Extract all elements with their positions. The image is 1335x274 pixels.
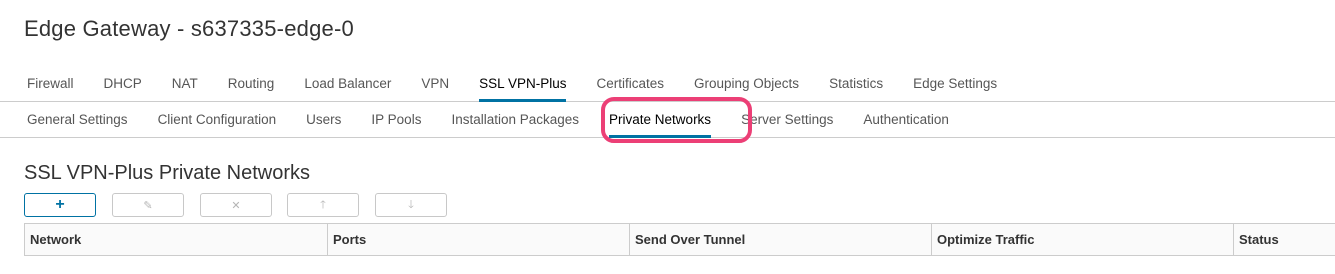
subtab-client-configuration[interactable]: Client Configuration bbox=[143, 102, 292, 137]
delete-icon: ✕ bbox=[231, 199, 241, 212]
plus-icon: + bbox=[55, 196, 65, 213]
tab-grouping-objects[interactable]: Grouping Objects bbox=[679, 66, 814, 101]
column-header-network[interactable]: Network bbox=[25, 224, 327, 255]
subtab-ip-pools[interactable]: IP Pools bbox=[356, 102, 436, 137]
tab-routing[interactable]: Routing bbox=[213, 66, 290, 101]
tab-statistics[interactable]: Statistics bbox=[814, 66, 898, 101]
tab-dhcp[interactable]: DHCP bbox=[89, 66, 157, 101]
column-header-ports[interactable]: Ports bbox=[327, 224, 629, 255]
move-down-icon: 🡓 bbox=[408, 198, 414, 211]
column-header-optimize-traffic[interactable]: Optimize Traffic bbox=[931, 224, 1233, 255]
subtab-authentication[interactable]: Authentication bbox=[848, 102, 964, 137]
tab-load-balancer[interactable]: Load Balancer bbox=[289, 66, 406, 101]
move-up-button[interactable]: 🡑 bbox=[287, 193, 359, 217]
tab-certificates[interactable]: Certificates bbox=[581, 66, 679, 101]
subtab-users[interactable]: Users bbox=[291, 102, 356, 137]
subtab-installation-packages[interactable]: Installation Packages bbox=[436, 102, 594, 137]
column-header-send-over-tunnel[interactable]: Send Over Tunnel bbox=[629, 224, 931, 255]
tab-firewall[interactable]: Firewall bbox=[12, 66, 89, 101]
main-tab-bar: Firewall DHCP NAT Routing Load Balancer … bbox=[0, 66, 1335, 102]
sub-tab-bar: General Settings Client Configuration Us… bbox=[0, 102, 1335, 138]
column-header-status[interactable]: Status bbox=[1233, 224, 1335, 255]
section-title: SSL VPN-Plus Private Networks bbox=[24, 162, 311, 184]
tab-nat[interactable]: NAT bbox=[157, 66, 213, 101]
delete-button[interactable]: ✕ bbox=[200, 193, 272, 217]
tab-edge-settings[interactable]: Edge Settings bbox=[898, 66, 1012, 101]
move-up-icon: 🡑 bbox=[320, 198, 326, 211]
edit-icon: ✎ bbox=[143, 199, 153, 212]
add-button[interactable]: + bbox=[24, 193, 96, 217]
subtab-general-settings[interactable]: General Settings bbox=[12, 102, 143, 137]
subtab-private-networks[interactable]: Private Networks bbox=[594, 102, 726, 138]
tab-vpn[interactable]: VPN bbox=[406, 66, 464, 101]
subtab-server-settings[interactable]: Server Settings bbox=[726, 102, 848, 137]
move-down-button[interactable]: 🡓 bbox=[375, 193, 447, 217]
private-networks-grid: Network Ports Send Over Tunnel Optimize … bbox=[24, 223, 1335, 256]
tab-ssl-vpn-plus[interactable]: SSL VPN-Plus bbox=[464, 66, 581, 102]
page-title: Edge Gateway - s637335-edge-0 bbox=[24, 16, 354, 41]
edit-button[interactable]: ✎ bbox=[112, 193, 184, 217]
